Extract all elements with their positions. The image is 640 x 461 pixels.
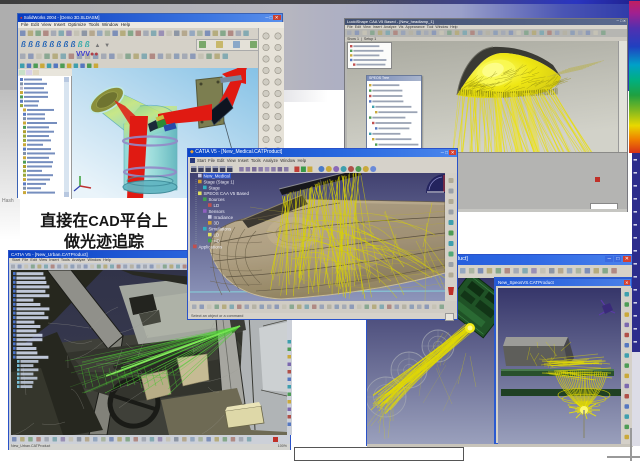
svg-text:3D: 3D	[214, 221, 220, 226]
svg-text:New_Medical: New_Medical	[204, 174, 230, 179]
svg-text:Stage: Stage	[209, 185, 221, 190]
svg-text:HD: HD	[214, 238, 220, 243]
svg-text:LD: LD	[214, 203, 220, 208]
svg-text:Sensors: Sensors	[209, 209, 226, 214]
svg-text:Sources: Sources	[209, 197, 226, 202]
svg-text:SPEOS CAA V5 Based: SPEOS CAA V5 Based	[204, 191, 250, 196]
svg-text:LD: LD	[214, 233, 220, 238]
svg-text:Irradiance: Irradiance	[214, 215, 234, 220]
svg-text:Stage (Stage 1): Stage (Stage 1)	[204, 179, 235, 184]
svg-text:Applications: Applications	[199, 244, 223, 249]
svg-text:Simulations: Simulations	[209, 227, 232, 232]
